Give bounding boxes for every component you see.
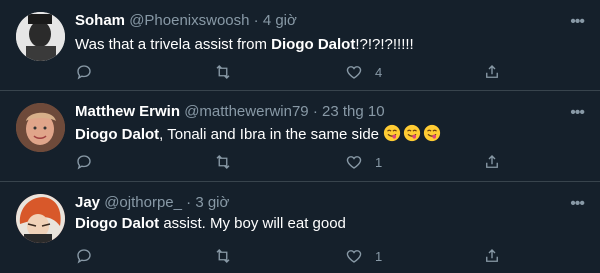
mention-bold: Diogo Dalot: [271, 36, 356, 53]
retweet-button[interactable]: [214, 62, 232, 82]
retweet-button[interactable]: [214, 246, 232, 266]
like-icon: [346, 66, 362, 79]
like-count: 1: [375, 248, 383, 264]
smiling-face-with-tongue-icon: [424, 124, 441, 142]
share-button[interactable]: [483, 152, 501, 172]
timestamp[interactable]: 3 giờ: [195, 194, 229, 211]
tweet-actions: 1: [75, 246, 585, 266]
reply-icon: [77, 249, 91, 264]
timestamp[interactable]: 4 giờ: [263, 12, 297, 29]
tweet-actions: 4: [75, 62, 585, 82]
retweet-icon: [216, 65, 230, 79]
reply-button[interactable]: [75, 62, 93, 82]
tweet-text: Diogo Dalot, Tonali and Ibra in the same…: [75, 124, 443, 145]
tweet-feed: Soham @Phoenixswoosh · 4 giờ ••• Was tha…: [0, 0, 600, 273]
retweet-button[interactable]: [214, 152, 232, 172]
smiling-face-with-tongue-icon: [404, 124, 421, 142]
more-icon[interactable]: •••: [570, 105, 585, 121]
reply-icon: [77, 65, 91, 80]
reply-button[interactable]: [75, 152, 93, 172]
reply-icon: [77, 155, 91, 170]
user-handle[interactable]: @ojthorpe_: [104, 194, 182, 211]
separator: ·: [186, 194, 192, 211]
retweet-icon: [216, 155, 230, 169]
tweet-actions: 1: [75, 152, 585, 172]
display-name[interactable]: Matthew Erwin: [75, 103, 180, 120]
tweet[interactable]: Soham @Phoenixswoosh · 4 giờ ••• Was tha…: [0, 0, 600, 91]
display-name[interactable]: Soham: [75, 12, 125, 29]
mention-bold: Diogo Dalot: [75, 126, 160, 143]
share-button[interactable]: [483, 62, 501, 82]
smiling-face-with-tongue-icon: [384, 124, 401, 142]
like-count: 4: [375, 64, 383, 80]
separator: ·: [253, 12, 259, 29]
separator: ·: [312, 103, 318, 120]
retweet-icon: [216, 249, 230, 263]
like-button[interactable]: 1: [345, 246, 382, 266]
like-button[interactable]: 4: [345, 62, 382, 82]
tweet[interactable]: Jay @ojthorpe_ · 3 giờ ••• Diogo Dalot a…: [0, 182, 600, 273]
share-icon: [486, 65, 498, 78]
tweet-text: Diogo Dalot assist. My boy will eat good: [75, 215, 346, 232]
avatar[interactable]: [16, 194, 65, 243]
like-count: 1: [375, 154, 383, 170]
like-icon: [346, 156, 362, 169]
display-name[interactable]: Jay: [75, 194, 100, 211]
like-button[interactable]: 1: [345, 152, 382, 172]
avatar[interactable]: [16, 12, 65, 61]
more-icon[interactable]: •••: [570, 14, 585, 30]
user-handle[interactable]: @Phoenixswoosh: [129, 12, 249, 29]
tweet-text: Was that a trivela assist from Diogo Dal…: [75, 36, 414, 53]
share-icon: [486, 249, 498, 262]
tweet[interactable]: Matthew Erwin @matthewerwin79 · 23 thg 1…: [0, 91, 600, 182]
share-icon: [486, 155, 498, 168]
avatar[interactable]: [16, 103, 65, 152]
reply-button[interactable]: [75, 246, 93, 266]
like-icon: [346, 250, 362, 263]
mention-bold: Diogo Dalot: [75, 215, 160, 232]
share-button[interactable]: [483, 246, 501, 266]
user-handle[interactable]: @matthewerwin79: [184, 103, 308, 120]
timestamp[interactable]: 23 thg 10: [322, 103, 385, 120]
more-icon[interactable]: •••: [570, 196, 585, 212]
